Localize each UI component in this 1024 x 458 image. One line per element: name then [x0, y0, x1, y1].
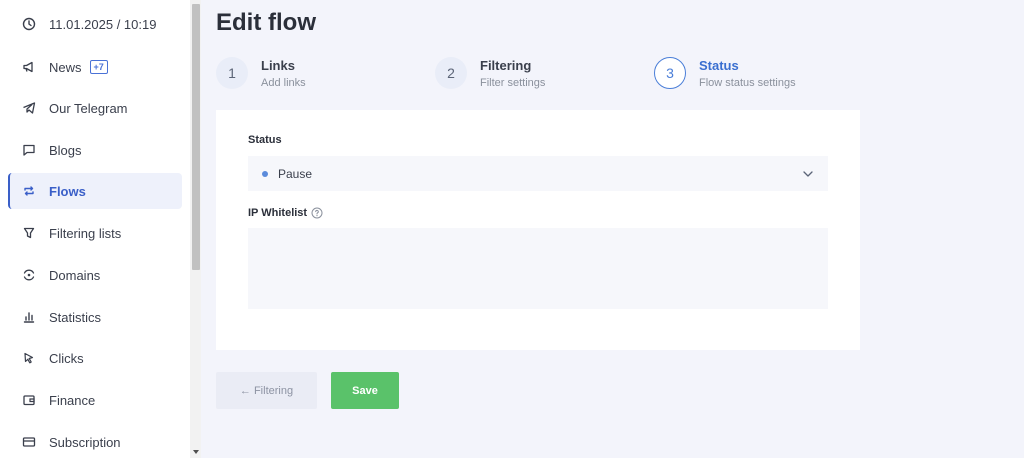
- sidebar-item-label: Flows: [49, 183, 86, 199]
- megaphone-icon: [22, 60, 36, 74]
- sidebar-item-domains[interactable]: Domains: [8, 257, 182, 293]
- status-select-value: Pause: [278, 166, 313, 181]
- step-links[interactable]: 1 Links Add links: [216, 57, 306, 89]
- filter-icon: [22, 226, 36, 240]
- sidebar-item-label: Subscription: [49, 434, 121, 450]
- sidebar-item-label: 11.01.2025 / 10:19: [49, 16, 157, 32]
- step-number: 3: [654, 57, 686, 89]
- step-filtering[interactable]: 2 Filtering Filter settings: [435, 57, 545, 89]
- status-card: Status Pause IP Whitelist: [216, 110, 860, 350]
- sidebar-item-news[interactable]: News +7: [8, 49, 182, 85]
- step-subtitle: Flow status settings: [699, 77, 796, 89]
- ip-whitelist-label: IP Whitelist: [248, 207, 323, 219]
- sidebar-item-subscription[interactable]: Subscription: [8, 424, 182, 458]
- scroll-down-arrow-icon[interactable]: [193, 450, 199, 454]
- step-title: Links: [261, 58, 295, 73]
- step-number: 2: [435, 57, 467, 89]
- help-icon[interactable]: [311, 207, 323, 219]
- sidebar-item-clicks[interactable]: Clicks: [8, 340, 182, 376]
- ip-whitelist-label-text: IP Whitelist: [248, 207, 308, 219]
- sidebar-item-label: Clicks: [49, 350, 84, 366]
- step-title: Filtering: [480, 58, 532, 73]
- status-label-text: Status: [248, 134, 282, 146]
- scrollbar-thumb[interactable]: [192, 4, 200, 270]
- bar-chart-icon: [22, 310, 36, 324]
- chat-icon: [22, 143, 36, 157]
- sidebar-item-label: Finance: [49, 392, 96, 408]
- telegram-icon: [22, 101, 36, 115]
- clock-icon: [22, 17, 36, 31]
- step-status[interactable]: 3 Status Flow status settings: [654, 57, 796, 89]
- sidebar-item-statistics[interactable]: Statistics: [8, 299, 182, 335]
- domains-icon: [22, 268, 36, 282]
- wallet-icon: [22, 393, 36, 407]
- back-to-filtering-button[interactable]: ← Filtering: [216, 372, 317, 409]
- step-subtitle: Add links: [261, 77, 306, 89]
- sidebar-item-label: Our Telegram: [49, 100, 128, 116]
- sidebar-item-label: Domains: [49, 267, 101, 283]
- sidebar-item-label: Blogs: [49, 142, 82, 158]
- step-number: 1: [216, 57, 248, 89]
- status-dot-icon: [262, 170, 268, 177]
- sidebar-item-blogs[interactable]: Blogs: [8, 132, 182, 168]
- sidebar-item-filtering-lists[interactable]: Filtering lists: [8, 215, 182, 251]
- sidebar-item-flows[interactable]: Flows: [8, 173, 182, 209]
- save-button[interactable]: Save: [331, 372, 399, 409]
- page-title: Edit flow: [216, 9, 316, 36]
- sidebar-item-label: Filtering lists: [49, 225, 122, 241]
- step-subtitle: Filter settings: [480, 77, 546, 89]
- sidebar-item-telegram[interactable]: Our Telegram: [8, 90, 182, 126]
- chevron-down-icon: [803, 171, 813, 177]
- repeat-icon: [22, 184, 36, 198]
- card-icon: [22, 435, 36, 449]
- ip-whitelist-textarea[interactable]: [248, 228, 828, 309]
- status-label: Status: [248, 134, 282, 146]
- news-count-badge: +7: [89, 60, 108, 74]
- sidebar-scrollbar[interactable]: [190, 0, 201, 458]
- sidebar: 11.01.2025 / 10:19 News +7 Our Telegram …: [0, 0, 190, 458]
- cursor-icon: [22, 351, 36, 365]
- sidebar-item-label: News: [49, 59, 82, 75]
- sidebar-item-label: Statistics: [49, 309, 102, 325]
- status-select[interactable]: Pause: [248, 156, 828, 191]
- sidebar-item-datetime: 11.01.2025 / 10:19: [8, 6, 182, 42]
- sidebar-item-finance[interactable]: Finance: [8, 382, 182, 418]
- step-title: Status: [699, 58, 739, 73]
